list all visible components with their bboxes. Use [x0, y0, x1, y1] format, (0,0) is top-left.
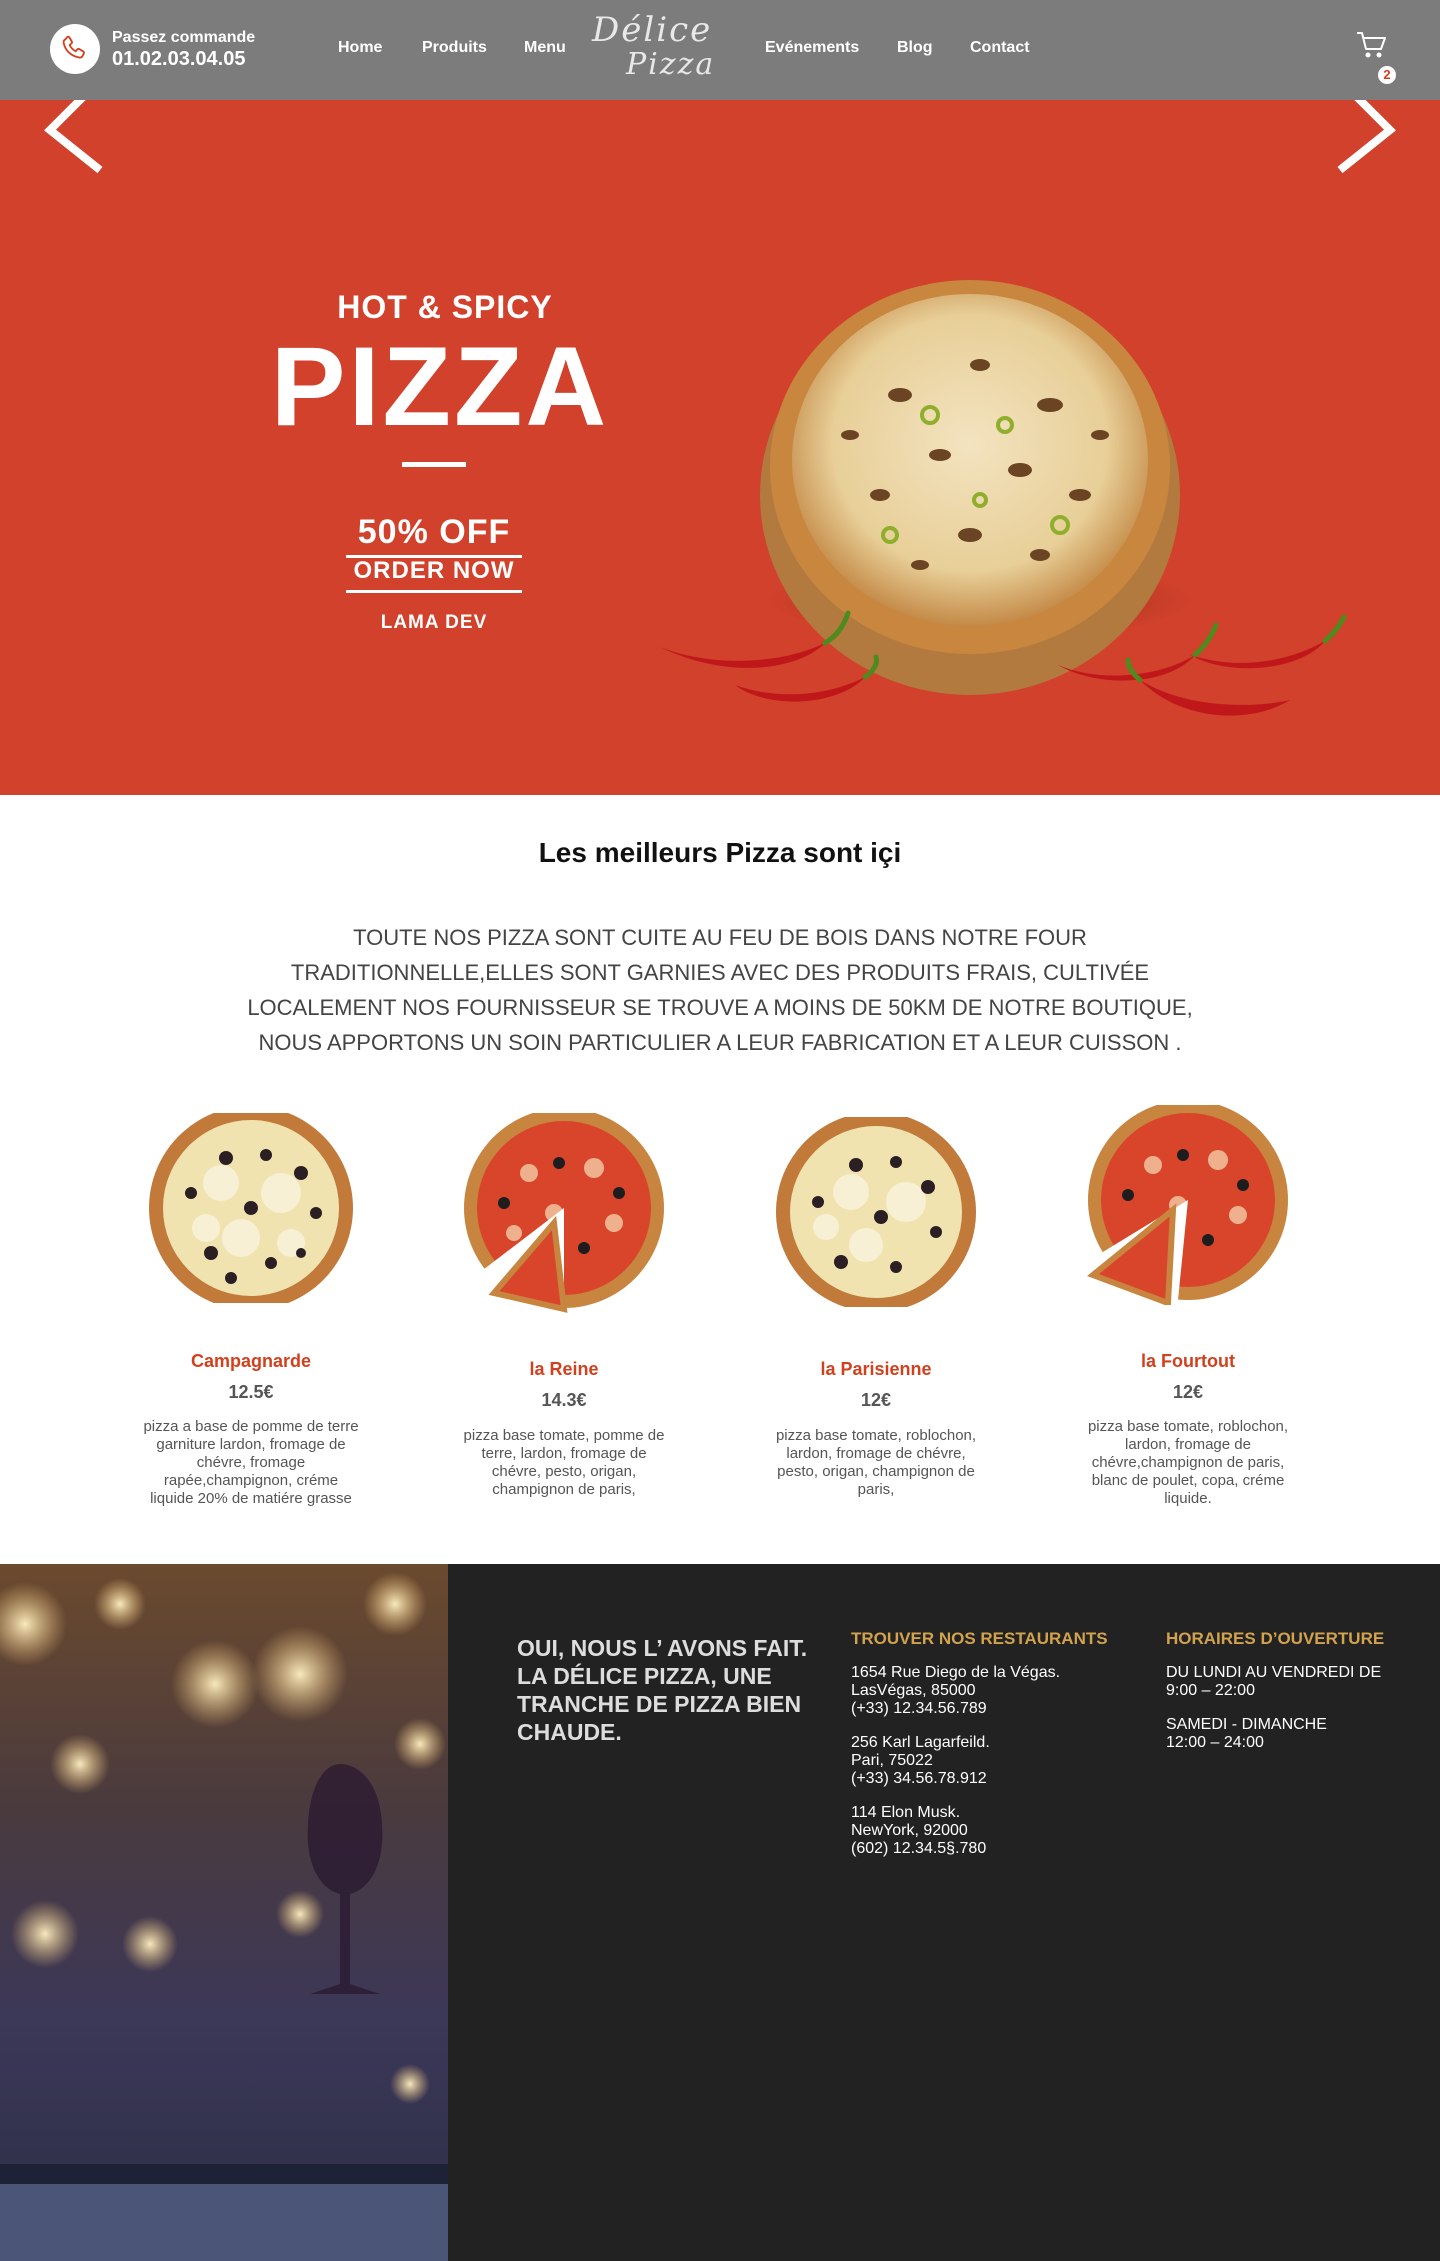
restaurant-phone[interactable]: (+33) 12.34.56.789 [851, 1700, 987, 1717]
cart-icon [1357, 32, 1386, 58]
restaurant-city: LasVégas, 85000 [851, 1682, 976, 1699]
hero-subtitle: HOT & SPICY [337, 289, 553, 325]
product-name[interactable]: la Parisienne [756, 1358, 996, 1380]
restaurant-phone[interactable]: (602) 12.34.5§.780 [851, 1840, 986, 1857]
hours-days: SAMEDI - DIMANCHE [1166, 1716, 1327, 1733]
product-description: pizza a base de pomme de terre garniture… [143, 1418, 359, 1507]
product-price: 12€ [860, 1390, 892, 1410]
cart-button[interactable]: 2 [1356, 30, 1396, 86]
pizza-image [149, 1113, 353, 1303]
hours-days: DU LUNDI AU VENDREDI DE [1166, 1664, 1382, 1681]
hero-brand: LAMA DEV [380, 612, 488, 633]
restaurant-street: 114 Elon Musk. [851, 1804, 961, 1821]
product-price: 12€ [1172, 1382, 1204, 1402]
hours-heading: HORAIRES D’OUVERTURE [1166, 1629, 1385, 1648]
restaurant-address: 114 Elon Musk. NewYork, 92000 (602) 12.3… [851, 1804, 986, 1858]
opening-hours: SAMEDI - DIMANCHE 12:00 – 24:00 [1166, 1716, 1327, 1752]
logo[interactable]: Délice Pizza [590, 10, 750, 90]
footer-motto: OUI, NOUS L’ AVONS FAIT. LA DÉLICE PIZZA… [517, 1635, 808, 1745]
hero-offer: 50% OFF [357, 513, 511, 551]
intro-description: TOUTE NOS PIZZA SONT CUITE AU FEU DE BOI… [247, 925, 1193, 1055]
product-price: 14.3€ [541, 1390, 587, 1410]
restaurant-street: 256 Karl Lagarfeild. [851, 1734, 990, 1751]
call-button[interactable] [50, 24, 100, 74]
hero-divider [402, 462, 466, 467]
nav-produits[interactable]: Produits [422, 38, 487, 58]
hero-title: PIZZA [270, 324, 610, 449]
nav-home[interactable]: Home [338, 38, 382, 58]
restaurant-phone[interactable]: (+33) 34.56.78.912 [851, 1770, 987, 1787]
phone-icon [62, 35, 85, 59]
phone-number: 01.02.03.04.05 [112, 48, 246, 70]
hero-order-line [346, 590, 522, 593]
product-card[interactable]: Campagnarde 12.5€ pizza a base de pomme … [131, 1105, 371, 1515]
call-info: Passez commande 01.02.03.04.05 [112, 29, 255, 71]
product-description: pizza base tomate, roblochon, lardon, fr… [1087, 1418, 1289, 1507]
pizza-image [776, 1117, 976, 1307]
logo-line1: Délice [592, 10, 713, 50]
chili-peppers-image [660, 610, 1347, 716]
footer: OUI, NOUS L’ AVONS FAIT. LA DÉLICE PIZZA… [0, 1564, 1440, 2261]
hero-slider: HOT & SPICY PIZZA 50% OFF ORDER NOW LAMA… [0, 100, 1440, 795]
call-label: Passez commande [112, 29, 256, 46]
nav-blog[interactable]: Blog [897, 38, 933, 58]
restaurant-background-image [0, 1564, 448, 2261]
nav-menu[interactable]: Menu [524, 38, 566, 58]
nav-evenements[interactable]: Evénements [765, 38, 859, 58]
product-name[interactable]: Campagnarde [131, 1350, 371, 1372]
arrow-right-icon[interactable] [1320, 100, 1410, 190]
pizza-image [1087, 1105, 1288, 1305]
opening-hours: DU LUNDI AU VENDREDI DE 9:00 – 22:00 [1166, 1664, 1381, 1700]
product-description: pizza base tomate, pomme de terre, lardo… [463, 1427, 665, 1498]
restaurants-heading: TROUVER NOS RESTAURANTS [851, 1629, 1108, 1648]
intro-title: Les meilleurs Pizza sont içi [538, 837, 902, 868]
logo-line2: Pizza [626, 47, 716, 82]
product-description: pizza base tomate, roblochon, lardon, fr… [775, 1427, 977, 1498]
product-card[interactable]: la Reine 14.3€ pizza base tomate, pomme … [444, 1105, 684, 1515]
product-card[interactable]: la Parisienne 12€ pizza base tomate, rob… [756, 1105, 996, 1515]
restaurant-address: 1654 Rue Diego de la Végas. LasVégas, 85… [851, 1664, 1060, 1718]
product-name[interactable]: la Fourtout [1068, 1350, 1308, 1372]
nav-contact[interactable]: Contact [970, 38, 1030, 58]
restaurant-address: 256 Karl Lagarfeild. Pari, 75022 (+33) 3… [851, 1734, 990, 1788]
order-now-button[interactable]: ORDER NOW [300, 556, 568, 586]
hours-time: 12:00 – 24:00 [1166, 1734, 1264, 1751]
hours-time: 9:00 – 22:00 [1166, 1682, 1255, 1699]
pizza-image [464, 1113, 664, 1313]
restaurant-city: Pari, 75022 [851, 1752, 933, 1769]
product-name[interactable]: la Reine [444, 1358, 684, 1380]
navbar: Passez commande 01.02.03.04.05 Home Prod… [0, 0, 1440, 100]
restaurant-city: NewYork, 92000 [851, 1822, 968, 1839]
product-card[interactable]: la Fourtout 12€ pizza base tomate, roblo… [1068, 1105, 1308, 1515]
arrow-left-icon[interactable] [30, 100, 120, 190]
restaurant-street: 1654 Rue Diego de la Végas. [851, 1664, 1061, 1681]
product-price: 12.5€ [228, 1382, 274, 1402]
cart-count-badge: 2 [1378, 66, 1396, 84]
